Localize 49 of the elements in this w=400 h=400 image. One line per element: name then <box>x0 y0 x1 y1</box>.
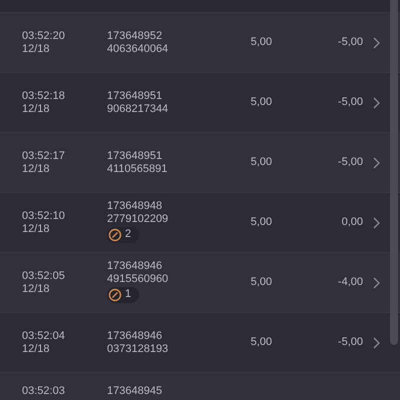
id-text: 9068217344 <box>107 102 170 116</box>
chevron-right-icon[interactable] <box>373 216 380 228</box>
chevron-right-icon[interactable] <box>373 156 380 168</box>
time-text: 03:52:05 <box>22 270 66 282</box>
date-text: 12/18 <box>22 162 51 176</box>
date-text: 12/18 <box>22 282 51 296</box>
id-text: 173648951 <box>107 90 164 102</box>
time-text: 03:52:03 <box>22 385 66 398</box>
chevron-right-icon[interactable] <box>373 36 380 48</box>
id-text: 4915560960 <box>107 272 170 286</box>
date-text: 12/18 <box>22 42 51 56</box>
time-text: 03:52:18 <box>22 90 66 102</box>
time-text: 03:52:10 <box>22 210 66 222</box>
id-text: 173648948 <box>107 200 164 212</box>
amount-text: 5,00 <box>250 36 272 49</box>
id-text: 173648952 <box>107 30 164 42</box>
amount-text: 5,00 <box>250 156 272 169</box>
date-text: 12/18 <box>22 102 51 116</box>
amount-text: 5,00 <box>250 216 272 229</box>
result-text: -4,00 <box>336 276 363 289</box>
id-text: 173648946 <box>107 330 164 342</box>
id-text: 0373128193 <box>107 342 170 356</box>
slashed-circle-icon <box>108 228 122 242</box>
result-text: -5,00 <box>336 156 363 169</box>
amount-text: 5,00 <box>250 276 272 289</box>
time-text: 03:52:04 <box>22 330 66 342</box>
chevron-right-icon[interactable] <box>373 96 380 108</box>
result-text: 0,00 <box>340 216 363 229</box>
result-text: -5,00 <box>336 36 363 49</box>
count-badge: 1 <box>107 286 140 302</box>
id-text: 173648945 <box>107 385 164 398</box>
date-text: 12/18 <box>22 222 51 236</box>
result-text: -5,00 <box>336 336 363 349</box>
time-text: 03:52:17 <box>22 150 66 162</box>
amount-text: 5,00 <box>250 96 272 109</box>
id-text: 4110565891 <box>107 162 168 176</box>
result-text: -5,00 <box>336 96 363 109</box>
chevron-right-icon[interactable] <box>373 336 380 348</box>
id-text: 2779102209 <box>107 212 170 226</box>
id-text: 173648951 <box>107 150 164 162</box>
time-text: 03:52:20 <box>22 30 66 42</box>
count-badge: 2 <box>107 226 140 242</box>
scrollbar-thumb[interactable] <box>390 0 398 345</box>
id-text: 4063640064 <box>107 42 170 56</box>
date-text: 12/18 <box>22 342 51 356</box>
id-text: 173648946 <box>107 260 164 272</box>
chevron-right-icon[interactable] <box>373 276 380 288</box>
slashed-circle-icon <box>108 288 122 302</box>
amount-text: 5,00 <box>250 336 272 349</box>
